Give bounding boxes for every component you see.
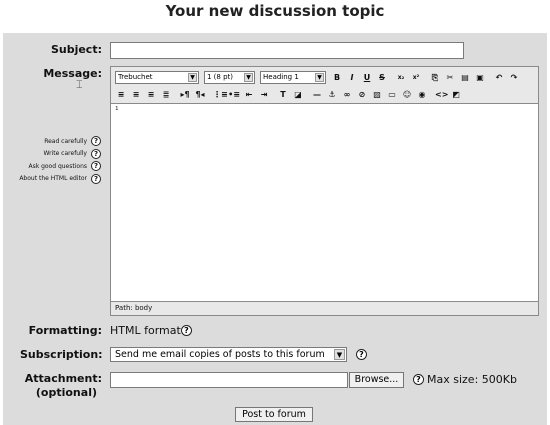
outdent-icon[interactable]: ⇤ (243, 88, 255, 101)
heading-select[interactable]: Heading 1 ▼ (260, 70, 326, 84)
page-title: Your new discussion topic (165, 2, 385, 20)
superscript-icon[interactable]: x² (410, 71, 422, 84)
help-icon[interactable]: ? (413, 374, 424, 385)
unlink-icon[interactable]: ⊘ (356, 88, 368, 101)
html-source-icon[interactable]: <> (435, 88, 448, 101)
post-to-forum-button[interactable]: Post to forum (235, 407, 313, 422)
max-size-text: Max size: 500Kb (427, 373, 517, 386)
fullscreen-icon[interactable]: ◩ (450, 88, 462, 101)
browse-button[interactable]: Browse... (349, 372, 404, 388)
underline-icon[interactable]: U (361, 71, 373, 84)
subscription-value: Send me email copies of posts to this fo… (115, 349, 325, 360)
message-label: Message: (43, 67, 102, 80)
horizontal-rule-icon[interactable]: — (311, 88, 323, 101)
cut-icon[interactable]: ✂ (444, 71, 456, 84)
paste-word-icon[interactable]: ▣ (474, 71, 486, 84)
chevron-down-icon: ▼ (315, 72, 324, 82)
attachment-label: Attachment: (24, 372, 102, 385)
help-icon[interactable]: ? (356, 349, 367, 360)
strikethrough-icon[interactable]: S (376, 71, 388, 84)
align-center-icon[interactable]: ≡ (130, 88, 142, 101)
undo-icon[interactable]: ↶ (493, 71, 505, 84)
background-color-icon[interactable]: ◪ (292, 88, 304, 101)
redo-icon[interactable]: ↷ (508, 71, 520, 84)
editor-toolbar-row-2: ≡ ≡ ≡ ≣ ▸¶ ¶◂ ⋮≡ •≡ ⇤ ⇥ T ◪ — ⚓ ∞ ⊘ ▨ ▭ … (115, 86, 465, 102)
bold-icon[interactable]: B (331, 71, 343, 84)
formatting-label: Formatting: (28, 324, 102, 337)
editor-path-bar: Path: body (115, 304, 153, 312)
font-size-value: 1 (8 pt) (207, 72, 234, 81)
table-icon[interactable]: ▭ (386, 88, 398, 101)
link-icon[interactable]: ∞ (341, 88, 353, 101)
smiley-icon[interactable]: ☺ (401, 88, 413, 101)
chevron-down-icon: ▼ (334, 349, 345, 360)
justify-icon[interactable]: ≣ (160, 88, 172, 101)
font-size-select[interactable]: 1 (8 pt) ▼ (204, 70, 255, 84)
help-about-html-editor[interactable]: About the HTML editor ? (0, 173, 101, 186)
anchor-icon[interactable]: ⚓ (326, 88, 338, 101)
subscription-select[interactable]: Send me email copies of posts to this fo… (110, 347, 347, 362)
help-write-carefully[interactable]: Write carefully ? (0, 148, 101, 161)
chevron-down-icon: ▼ (244, 72, 253, 82)
text-caret: ¹ (115, 106, 119, 116)
font-family-select[interactable]: Trebuchet ▼ (115, 70, 199, 84)
ordered-list-icon[interactable]: ⋮≡ (213, 88, 228, 101)
align-left-icon[interactable]: ≡ (115, 88, 127, 101)
subscription-label: Subscription: (20, 348, 103, 361)
heading-value: Heading 1 (263, 72, 299, 81)
text-color-icon[interactable]: T (277, 88, 289, 101)
ltr-icon[interactable]: ▸¶ (179, 88, 191, 101)
image-icon[interactable]: ▨ (371, 88, 383, 101)
help-icon[interactable]: ? (91, 173, 101, 184)
spellcheck-icon[interactable]: ◉ (416, 88, 428, 101)
italic-icon[interactable]: I (346, 71, 358, 84)
html-editor: Trebuchet ▼ 1 (8 pt) ▼ Heading 1 ▼ B I U… (110, 66, 539, 316)
attachment-file-input[interactable] (110, 372, 348, 388)
help-ask-good-questions[interactable]: Ask good questions ? (0, 160, 101, 173)
paste-icon[interactable]: ▤ (459, 71, 471, 84)
mouse-cursor-icon: ⌶ (76, 78, 83, 91)
help-icon[interactable]: ? (91, 148, 101, 159)
align-right-icon[interactable]: ≡ (145, 88, 157, 101)
subject-input[interactable] (110, 42, 464, 59)
rtl-icon[interactable]: ¶◂ (194, 88, 206, 101)
help-links: Read carefully ? Write carefully ? Ask g… (0, 135, 101, 185)
font-family-value: Trebuchet (118, 72, 153, 81)
editor-toolbar-row-1: Trebuchet ▼ 1 (8 pt) ▼ Heading 1 ▼ B I U… (115, 69, 523, 85)
subscript-icon[interactable]: x₂ (395, 71, 407, 84)
help-icon[interactable]: ? (91, 161, 101, 172)
message-edit-area[interactable]: ¹ (111, 103, 538, 302)
unordered-list-icon[interactable]: •≡ (228, 88, 240, 101)
help-icon[interactable]: ? (91, 136, 101, 147)
help-read-carefully[interactable]: Read carefully ? (0, 135, 101, 148)
chevron-down-icon: ▼ (188, 72, 197, 82)
formatting-value: HTML format (110, 324, 181, 337)
attachment-optional-label: (optional) (35, 386, 97, 399)
help-icon[interactable]: ? (181, 325, 192, 336)
indent-icon[interactable]: ⇥ (258, 88, 270, 101)
subject-label: Subject: (50, 43, 102, 56)
copy-icon[interactable]: ⎘ (429, 71, 441, 84)
